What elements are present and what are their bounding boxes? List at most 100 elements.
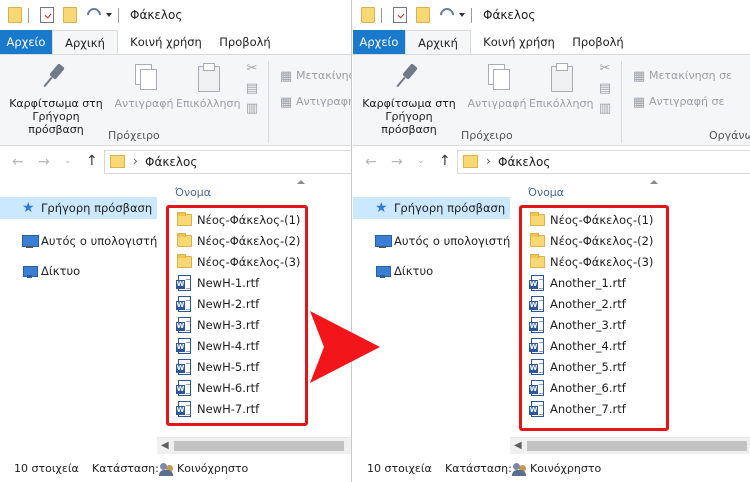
nav-item-label: Δίκτυο <box>394 264 434 278</box>
copy-button[interactable]: Αντιγραφή <box>112 61 176 110</box>
nav-item-label: Αυτός ο υπολογιστής <box>41 234 157 248</box>
separator <box>381 8 382 23</box>
clipboard-group-label: Πρόχειρο <box>461 129 513 142</box>
undo-icon[interactable] <box>86 7 100 23</box>
breadcrumb[interactable]: Φάκελος <box>145 155 197 169</box>
folder-icon <box>8 7 22 23</box>
network-icon <box>22 264 38 278</box>
up-arrow-icon[interactable]: ↑ <box>439 153 451 169</box>
properties-icon[interactable] <box>40 7 54 23</box>
shared-users-icon <box>159 463 174 476</box>
back-arrow-icon[interactable]: ← <box>12 154 24 170</box>
ribbon-tabs: Αρχείο Αρχική Κοινή χρήση Προβολή <box>353 30 750 55</box>
copy-path-icon[interactable]: ▤ <box>597 81 613 97</box>
copy-to-icon[interactable]: ▦ <box>631 95 647 111</box>
sort-ascending-icon <box>650 180 658 184</box>
chevron-down-icon[interactable] <box>106 13 112 17</box>
sort-ascending-icon <box>297 180 305 184</box>
pin-icon <box>40 61 72 93</box>
copy-path-icon[interactable]: ▤ <box>244 81 260 97</box>
address-bar-row: ← → ⌄ ↑ › Φάκελος <box>353 146 750 178</box>
pin-label: Καρφίτσωμα στη Γρήγορη πρόσβαση <box>9 97 103 136</box>
paste-button[interactable]: Επικόλληση <box>176 61 240 110</box>
nav-item-quick-access[interactable]: ★ Γρήγορη πρόσβαση <box>0 197 157 219</box>
organize-group-label: Οργάνω <box>709 129 750 142</box>
title-bar: Φάκελος <box>0 0 351 30</box>
title-bar: Φάκελος <box>353 0 750 30</box>
breadcrumb-chevron-icon[interactable]: › <box>486 154 491 168</box>
copy-icon <box>481 61 513 93</box>
paste-button[interactable]: Επικόλληση <box>529 61 593 110</box>
tab-home[interactable]: Αρχική <box>405 30 471 55</box>
star-icon: ★ <box>22 200 35 216</box>
move-to-icon[interactable]: ▦ <box>631 69 647 85</box>
move-to-icon[interactable]: ▦ <box>278 69 294 85</box>
scrollbar-thumb[interactable] <box>174 441 344 451</box>
tab-view[interactable]: Προβολή <box>212 30 278 54</box>
window-title: Φάκελος <box>130 8 183 22</box>
nav-item-network[interactable]: Δίκτυο <box>353 260 510 282</box>
tab-share[interactable]: Κοινή χρήση <box>124 30 208 54</box>
item-count: 10 στοιχεία <box>367 462 432 475</box>
nav-item-network[interactable]: Δίκτυο <box>0 260 157 282</box>
scroll-left-icon[interactable]: ◀ <box>161 440 169 451</box>
item-count: 10 στοιχεία <box>14 462 79 475</box>
column-header-name[interactable]: Όνομα <box>175 186 211 199</box>
star-icon: ★ <box>375 200 388 216</box>
column-header-name[interactable]: Όνομα <box>528 186 564 199</box>
pin-quick-access-button[interactable]: Καρφίτσωμα στη Γρήγορη πρόσβαση <box>359 61 459 136</box>
pin-quick-access-button[interactable]: Καρφίτσωμα στη Γρήγορη πρόσβαση <box>6 61 106 136</box>
paste-shortcut-icon[interactable]: ▥ <box>597 101 613 117</box>
explorer-window-after: Φάκελος Αρχείο Αρχική Κοινή χρήση Προβολ… <box>353 0 750 482</box>
group-separator <box>268 61 269 143</box>
undo-icon[interactable] <box>439 7 453 23</box>
up-arrow-icon[interactable]: ↑ <box>86 153 98 169</box>
nav-item-label: Γρήγορη πρόσβαση <box>41 201 153 215</box>
tab-file[interactable]: Αρχείο <box>0 30 52 54</box>
paste-shortcut-icon[interactable]: ▥ <box>244 101 260 117</box>
recent-dropdown-icon[interactable]: ⌄ <box>417 156 425 166</box>
explorer-window-before: Φάκελος Αρχείο Αρχική Κοινή χρήση Προβολ… <box>0 0 352 482</box>
tab-view[interactable]: Προβολή <box>565 30 631 54</box>
back-arrow-icon[interactable]: ← <box>365 154 377 170</box>
recent-dropdown-icon[interactable]: ⌄ <box>64 156 72 166</box>
highlight-box <box>166 205 308 426</box>
nav-item-this-pc[interactable]: Αυτός ο υπολογιστής <box>353 230 510 252</box>
horizontal-scrollbar[interactable]: ◀ <box>510 437 750 454</box>
chevron-down-icon[interactable] <box>459 13 465 17</box>
copy-to-button[interactable]: Αντιγραφή <box>296 95 351 108</box>
address-bar[interactable]: › Φάκελος <box>104 150 351 174</box>
move-to-button[interactable]: Μετακίνηση <box>296 69 351 82</box>
copy-to-button[interactable]: Αντιγραφή σε <box>649 95 724 108</box>
scroll-left-icon[interactable]: ◀ <box>514 440 522 451</box>
horizontal-scrollbar[interactable]: ◀ <box>157 437 351 454</box>
nav-item-quick-access[interactable]: ★ Γρήγορη πρόσβαση <box>353 197 510 219</box>
nav-item-label: Δίκτυο <box>41 264 81 278</box>
address-bar[interactable]: › Φάκελος <box>457 150 750 174</box>
nav-item-this-pc[interactable]: Αυτός ο υπολογιστής <box>0 230 157 252</box>
tab-home[interactable]: Αρχική <box>52 30 118 55</box>
new-folder-icon[interactable] <box>63 7 77 23</box>
properties-icon[interactable] <box>393 7 407 23</box>
pin-label: Καρφίτσωμα στη Γρήγορη πρόσβαση <box>362 97 456 136</box>
breadcrumb-chevron-icon[interactable]: › <box>133 154 138 168</box>
highlight-box <box>519 205 669 431</box>
separator <box>471 8 472 23</box>
copy-to-icon[interactable]: ▦ <box>278 95 294 111</box>
window-title: Φάκελος <box>483 8 536 22</box>
tab-share[interactable]: Κοινή χρήση <box>477 30 561 54</box>
cut-icon[interactable]: ✂ <box>244 61 260 77</box>
ribbon-tabs: Αρχείο Αρχική Κοινή χρήση Προβολή <box>0 30 351 55</box>
scrollbar-thumb[interactable] <box>527 441 747 451</box>
forward-arrow-icon[interactable]: → <box>391 154 403 170</box>
shared-status: Κοινόχρηστο <box>530 462 602 475</box>
forward-arrow-icon[interactable]: → <box>38 154 50 170</box>
breadcrumb[interactable]: Φάκελος <box>498 155 550 169</box>
new-folder-icon[interactable] <box>416 7 430 23</box>
tab-file[interactable]: Αρχείο <box>353 30 405 54</box>
move-to-button[interactable]: Μετακίνηση σε <box>649 69 732 82</box>
cut-icon[interactable]: ✂ <box>597 61 613 77</box>
copy-button[interactable]: Αντιγραφή <box>465 61 529 110</box>
clipboard-group-label: Πρόχειρο <box>108 129 160 142</box>
separator <box>118 8 119 23</box>
